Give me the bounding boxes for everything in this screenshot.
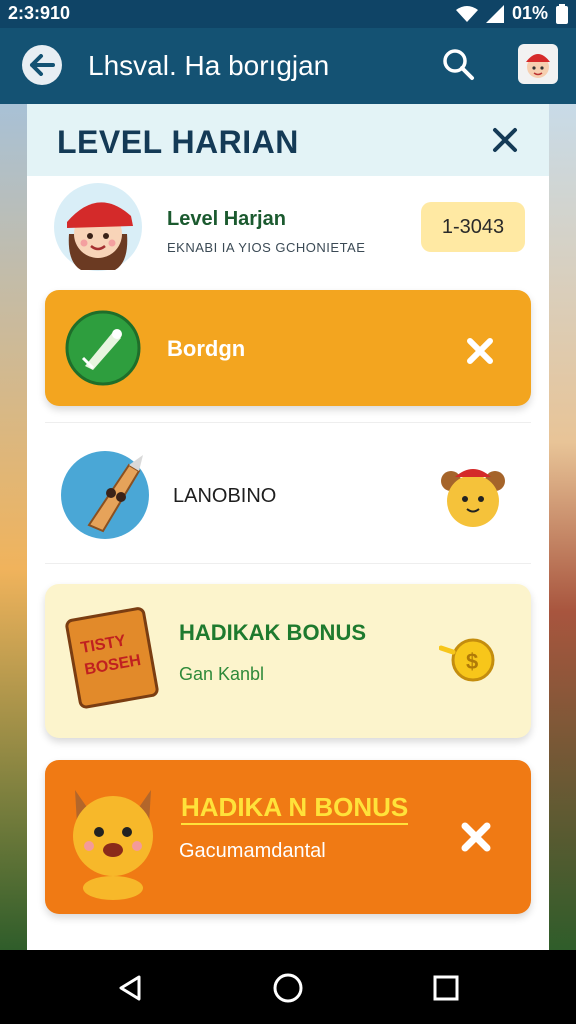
nav-back-icon (119, 975, 141, 1001)
avatar[interactable] (518, 44, 558, 84)
card-1-title: Bordgn (167, 336, 246, 361)
card-4-subtitle: Gacumamdantal (179, 840, 326, 862)
status-bar: 2:3:910 01% (0, 0, 576, 28)
rocket-badge-icon (65, 310, 141, 386)
nav-back-button[interactable] (110, 968, 150, 1008)
level-badge: 1-3043 (421, 202, 525, 252)
profile-name: Level Harjan (167, 208, 286, 230)
svg-text:$: $ (466, 649, 478, 674)
back-button[interactable] (22, 45, 62, 85)
app-bar: Lhsval. Ha borıgjan (0, 28, 576, 104)
status-icons: 01% (455, 3, 568, 24)
search-icon (443, 49, 474, 80)
reward-card-1[interactable]: Bordgn (45, 290, 531, 406)
nav-home-button[interactable] (268, 968, 308, 1008)
card-4-title: HADIKA N BONUS (181, 792, 409, 825)
rocket-icon (61, 451, 149, 539)
profile-subtitle: EKNABI IA YIOS GCHONIETAE (167, 240, 366, 255)
system-nav-bar (0, 950, 576, 1024)
bear-icon (441, 469, 505, 527)
panel-title: LEVEL HARIAN (57, 124, 299, 160)
battery-icon (556, 3, 568, 24)
panel-header: LEVEL HARIAN (27, 104, 549, 176)
reward-card-2[interactable]: LANOBINO (45, 422, 531, 564)
reward-card-4[interactable]: HADIKA N BONUS Gacumamdantal (45, 760, 531, 914)
status-time: 2:3:910 (8, 3, 71, 23)
fox-icon (73, 790, 153, 900)
close-button[interactable] (487, 122, 523, 158)
nav-home-icon (273, 973, 303, 1003)
book-icon: TISTY BOSEH (65, 607, 159, 709)
card-2-title: LANOBINO (173, 485, 277, 507)
daily-level-panel: LEVEL HARIAN Level Harjan EKNABI IA YIOS… (27, 104, 549, 950)
close-icon (493, 128, 517, 152)
background-scene-right (546, 104, 576, 950)
reward-card-3[interactable]: TISTY BOSEH HADIKAK BONUS Gan Kanbl $ (45, 584, 531, 738)
coin-icon: $ (439, 638, 495, 682)
background-scene-left (0, 104, 30, 950)
wifi-icon (455, 5, 478, 22)
profile-row: Level Harjan EKNABI IA YIOS GCHONIETAE 1… (27, 176, 549, 286)
card-3-subtitle: Gan Kanbl (179, 664, 265, 684)
signal-icon (485, 4, 504, 23)
battery-percent: 01% (511, 3, 548, 23)
nav-recents-icon (433, 975, 459, 1001)
back-arrow-icon (30, 54, 55, 76)
profile-avatar-icon (54, 183, 142, 271)
nav-recents-button[interactable] (426, 968, 466, 1008)
user-avatar-icon (518, 44, 558, 84)
app-title: Lhsval. Ha borıgjan (88, 50, 330, 81)
search-button[interactable] (440, 46, 476, 82)
close-icon[interactable] (459, 820, 493, 854)
close-icon[interactable] (465, 336, 495, 366)
card-3-title: HADIKAK BONUS (179, 620, 366, 645)
